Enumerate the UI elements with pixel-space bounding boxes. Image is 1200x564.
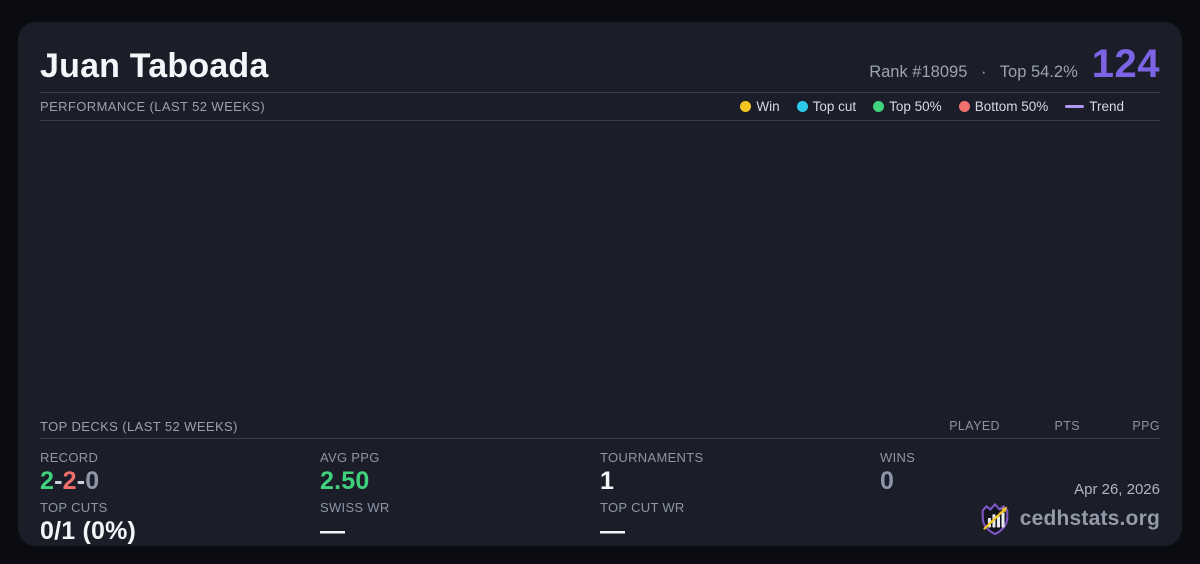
card-date: Apr 26, 2026 [1074, 481, 1160, 498]
top-cut-dot-icon [796, 101, 808, 112]
wins-label: WINS [880, 450, 916, 465]
tournaments-value: 1 [600, 467, 615, 495]
swiss-wr-value: — [320, 517, 346, 545]
trend-line-icon [1065, 105, 1085, 108]
legend-item-trend: Trend [1065, 99, 1124, 114]
stat-col-tournaments: TOURNAMENTS 1 TOP CUT WR — [600, 446, 880, 546]
player-name: Juan Taboada [40, 47, 269, 85]
player-stats-card: Juan Taboada Rank #18095 · Top 54.2% 124… [18, 22, 1182, 546]
avg-ppg-value: 2.50 [320, 467, 370, 495]
column-header-ppg: PPG [1132, 419, 1160, 433]
points-value: 124 [1091, 42, 1160, 86]
top-decks-column-headers: PLAYED PTS PPG [920, 419, 1160, 433]
swiss-wr-label: SWISS WR [320, 500, 390, 515]
legend-item-top-cut: Top cut [796, 99, 857, 114]
chart-legend: Win Top cut Top 50% Bottom 50% Trend [740, 99, 1160, 114]
legend-label: Bottom 50% [974, 99, 1049, 114]
rank-line: Rank #18095 · Top 54.2% [869, 63, 1078, 82]
record-losses: 2 [62, 467, 77, 495]
record-separator: - [54, 467, 63, 495]
column-header-played: PLAYED [949, 419, 1000, 433]
record-separator: - [76, 467, 86, 495]
legend-item-bottom-50: Bottom 50% [958, 99, 1049, 114]
record-draws: 0 [85, 467, 100, 495]
brand-lockup: cedhstats.org [978, 502, 1160, 536]
rank-text: Rank #18095 [869, 63, 968, 81]
legend-label: Top 50% [889, 99, 942, 114]
win-dot-icon [740, 101, 752, 112]
card-header: Juan Taboada Rank #18095 · Top 54.2% 124 [40, 22, 1160, 93]
top-cut-wr-value: — [600, 517, 626, 545]
bottom-50-dot-icon [958, 101, 970, 112]
avg-ppg-label: AVG PPG [320, 450, 380, 465]
cedhstats-logo-icon [981, 503, 1009, 536]
top-cut-wr-label: TOP CUT WR [600, 500, 685, 515]
top-percent-text: Top 54.2% [999, 63, 1078, 81]
performance-section-label: PERFORMANCE (LAST 52 WEEKS) [40, 99, 266, 114]
top-cuts-label: TOP CUTS [40, 500, 108, 515]
legend-label: Win [756, 99, 780, 114]
record-label: RECORD [40, 450, 99, 465]
record-wins: 2 [40, 467, 55, 495]
top-decks-section-label: TOP DECKS (LAST 52 WEEKS) [40, 418, 238, 434]
rank-separator: · [980, 63, 987, 81]
top-50-dot-icon [873, 101, 885, 112]
stat-col-record: RECORD 2-2-0 TOP CUTS 0/1 (0%) [40, 446, 320, 546]
performance-chart [40, 121, 1160, 414]
brand-name: cedhstats.org [1019, 507, 1160, 530]
tournaments-label: TOURNAMENTS [600, 450, 704, 465]
performance-header-row: PERFORMANCE (LAST 52 WEEKS) Win Top cut … [40, 93, 1160, 121]
record-value: 2-2-0 [40, 466, 320, 496]
legend-item-win: Win [740, 99, 780, 114]
card-footer: Apr 26, 2026 cedhstats.org [978, 481, 1160, 536]
top-cuts-value: 0/1 (0%) [40, 517, 137, 545]
legend-label: Top cut [812, 99, 857, 114]
legend-label: Trend [1089, 99, 1124, 114]
top-decks-header-row: TOP DECKS (LAST 52 WEEKS) PLAYED PTS PPG [40, 414, 1160, 439]
column-header-pts: PTS [1054, 419, 1080, 433]
stat-col-avg-ppg: AVG PPG 2.50 SWISS WR — [320, 446, 600, 546]
header-rank-group: Rank #18095 · Top 54.2% 124 [869, 42, 1160, 86]
legend-item-top-50: Top 50% [873, 99, 942, 114]
